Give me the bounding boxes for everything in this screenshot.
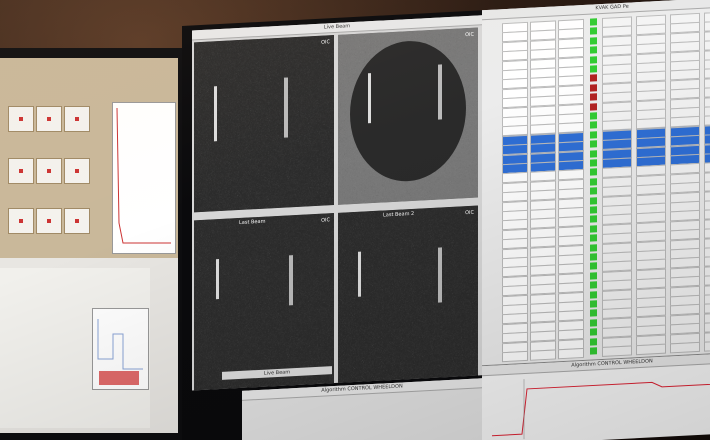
camera-badge: OIC (465, 209, 474, 217)
camera-badge: OIC (321, 217, 330, 224)
status-indicator (590, 347, 597, 355)
status-tile (36, 208, 62, 234)
status-tile (36, 106, 62, 132)
status-indicator (590, 74, 597, 83)
overview-panel (0, 268, 150, 428)
status-tile (64, 158, 90, 184)
status-indicator (590, 337, 597, 346)
plot-window-secondary: Algorithm CONTROL WHEELDON (242, 378, 482, 440)
status-indicator (590, 168, 597, 177)
table-cell (670, 341, 700, 354)
status-indicator (590, 243, 597, 252)
left-monitor (0, 48, 190, 440)
table-cell (602, 345, 632, 357)
parameter-table-window: KVAK GAD Pe (482, 0, 710, 381)
status-tile (8, 208, 34, 234)
status-indicator (590, 84, 597, 92)
plot-window: Algorithm CONTROL WHEELDON (482, 351, 710, 440)
status-indicator (590, 272, 597, 280)
status-indicator (590, 55, 597, 64)
tile-grid-panel (0, 58, 178, 258)
status-indicator (590, 328, 597, 336)
status-indicator (590, 196, 597, 205)
left-monitor-screen (0, 58, 178, 433)
status-indicator (590, 290, 597, 299)
camera-view[interactable]: OIC (338, 27, 478, 205)
status-indicator (590, 225, 597, 233)
status-indicator (590, 65, 597, 73)
status-indicator (590, 140, 597, 148)
status-indicator (590, 262, 597, 271)
status-indicator (590, 187, 597, 195)
status-indicator (590, 131, 597, 139)
table-cell (502, 350, 528, 363)
status-indicator (590, 18, 597, 26)
status-indicator (590, 46, 597, 54)
plot-trace (492, 379, 710, 440)
table-cell (704, 340, 710, 352)
camera-view[interactable]: OIC (194, 35, 334, 213)
table-cell (530, 349, 556, 361)
status-tile (64, 208, 90, 234)
bar-graph (92, 308, 149, 390)
status-indicator (590, 93, 597, 101)
status-tile (64, 106, 90, 132)
status-indicator (590, 206, 597, 214)
status-indicator (590, 300, 597, 308)
status-indicator (590, 178, 597, 186)
status-indicator (590, 309, 597, 318)
photo-scene: Live Beam OIC OIC Last Beam OIC Last Bea… (0, 0, 710, 440)
table-cell (558, 347, 584, 360)
trend-graph (112, 102, 176, 254)
status-indicator (590, 319, 597, 327)
status-indicator (590, 281, 597, 289)
camera-view[interactable]: Last Beam OIC (194, 213, 334, 391)
status-indicator (590, 149, 597, 158)
status-indicator (590, 121, 597, 130)
status-indicator (590, 27, 597, 36)
camera-view[interactable]: Last Beam 2 OIC (338, 205, 478, 383)
table-cell (636, 343, 666, 356)
camera-badge: OIC (321, 39, 330, 46)
status-indicator (590, 253, 597, 261)
camera-window: Live Beam OIC OIC Last Beam OIC Last Bea… (192, 15, 482, 391)
status-indicator (590, 112, 597, 120)
status-tile (8, 158, 34, 184)
status-indicator (590, 215, 597, 224)
status-indicator (590, 102, 597, 111)
camera-badge: OIC (465, 31, 474, 39)
status-indicator (590, 159, 597, 167)
status-tile (36, 158, 62, 184)
status-indicator (590, 37, 597, 45)
status-indicator (590, 234, 597, 242)
status-tile (8, 106, 34, 132)
main-monitor: Live Beam OIC OIC Last Beam OIC Last Bea… (182, 0, 710, 440)
